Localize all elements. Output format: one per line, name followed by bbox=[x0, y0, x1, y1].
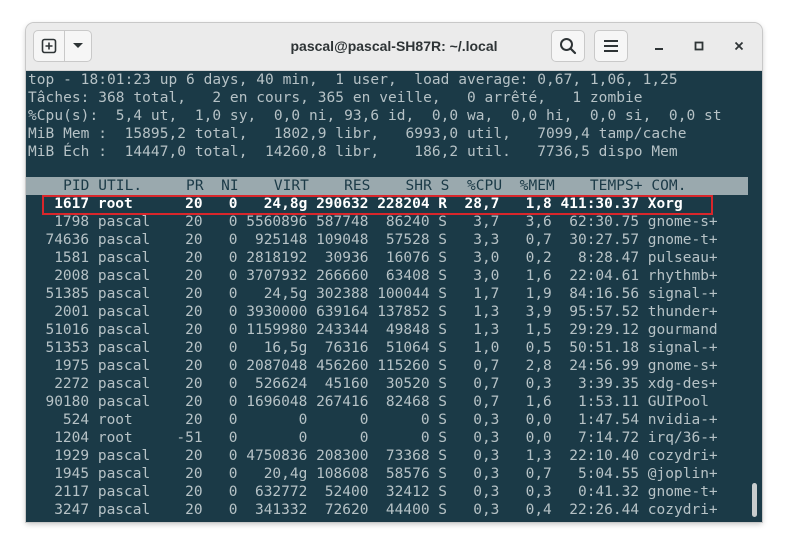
table-row: 3247 pascal 20 0 341332 72620 44400 S 0,… bbox=[28, 502, 718, 518]
table-row: 51016 pascal 20 0 1159980 243344 49848 S… bbox=[28, 322, 718, 338]
summary-line-cpu: %Cpu(s): 5,4 ut, 1,0 sy, 0,0 ni, 93,6 id… bbox=[28, 108, 722, 124]
maximize-icon bbox=[694, 38, 704, 56]
summary-line-mem: MiB Mem : 15895,2 total, 1802,9 libr, 69… bbox=[28, 126, 687, 142]
table-row: 2008 pascal 20 0 3707932 266660 63408 S … bbox=[28, 268, 718, 284]
menu-button[interactable] bbox=[594, 30, 628, 62]
process-table-header-text: PID UTIL. PR NI VIRT RES SHR S %CPU %MEM… bbox=[28, 178, 687, 194]
search-button[interactable] bbox=[551, 30, 585, 62]
summary-line-swap: MiB Éch : 14447,0 total, 14260,8 libr, 1… bbox=[28, 144, 678, 160]
table-row: 90180 pascal 20 0 1696048 267416 82468 S… bbox=[28, 394, 709, 410]
maximize-button[interactable] bbox=[688, 36, 710, 58]
new-tab-button[interactable] bbox=[33, 30, 65, 62]
title-bar[interactable]: pascal@pascal-SH87R: ~/.local bbox=[26, 23, 762, 71]
highlight-box bbox=[42, 195, 713, 215]
table-row: 51385 pascal 20 0 24,5g 302388 100044 S … bbox=[28, 286, 718, 302]
close-button[interactable] bbox=[728, 36, 750, 58]
summary-line-tasks: Tâches: 368 total, 2 en cours, 365 en ve… bbox=[28, 90, 643, 106]
tab-menu-dropdown-button[interactable] bbox=[64, 30, 92, 62]
table-row: 51353 pascal 20 0 16,5g 76316 51064 S 1,… bbox=[28, 340, 718, 356]
table-row: 1929 pascal 20 0 4750836 208300 73368 S … bbox=[28, 448, 718, 464]
table-row: 2272 pascal 20 0 526624 45160 30520 S 0,… bbox=[28, 376, 718, 392]
close-icon bbox=[734, 38, 744, 56]
table-row: 524 root 20 0 0 0 0 S 0,3 0,0 1:47.54 nv… bbox=[28, 412, 718, 428]
terminal-window: pascal@pascal-SH87R: ~/.local top - 18:0… bbox=[26, 23, 762, 522]
terminal-output[interactable]: top - 18:01:23 up 6 days, 40 min, 1 user… bbox=[26, 71, 762, 522]
summary-line-uptime: top - 18:01:23 up 6 days, 40 min, 1 user… bbox=[28, 72, 678, 88]
search-icon bbox=[559, 37, 577, 55]
chevron-down-icon bbox=[72, 42, 84, 50]
table-row: 1975 pascal 20 0 2087048 456260 115260 S… bbox=[28, 358, 718, 374]
new-tab-icon bbox=[41, 38, 57, 54]
table-row: 2001 pascal 20 0 3930000 639164 137852 S… bbox=[28, 304, 718, 320]
hamburger-menu-icon bbox=[603, 39, 619, 53]
scrollbar-thumb[interactable] bbox=[752, 483, 757, 517]
table-row: 2117 pascal 20 0 632772 52400 32412 S 0,… bbox=[28, 484, 718, 500]
process-table-header: PID UTIL. PR NI VIRT RES SHR S %CPU %MEM… bbox=[26, 177, 748, 195]
table-row: 1798 pascal 20 0 5560896 587748 86240 S … bbox=[28, 214, 718, 230]
minimize-button[interactable] bbox=[648, 36, 670, 58]
table-row: 1204 root -51 0 0 0 0 S 0,3 0,0 7:14.72 … bbox=[28, 430, 718, 446]
table-row: 1581 pascal 20 0 2818192 30936 16076 S 3… bbox=[28, 250, 718, 266]
table-row: 74636 pascal 20 0 925148 109048 57528 S … bbox=[28, 232, 718, 248]
minimize-icon bbox=[654, 38, 664, 56]
table-row: 1945 pascal 20 0 20,4g 108608 58576 S 0,… bbox=[28, 466, 718, 482]
